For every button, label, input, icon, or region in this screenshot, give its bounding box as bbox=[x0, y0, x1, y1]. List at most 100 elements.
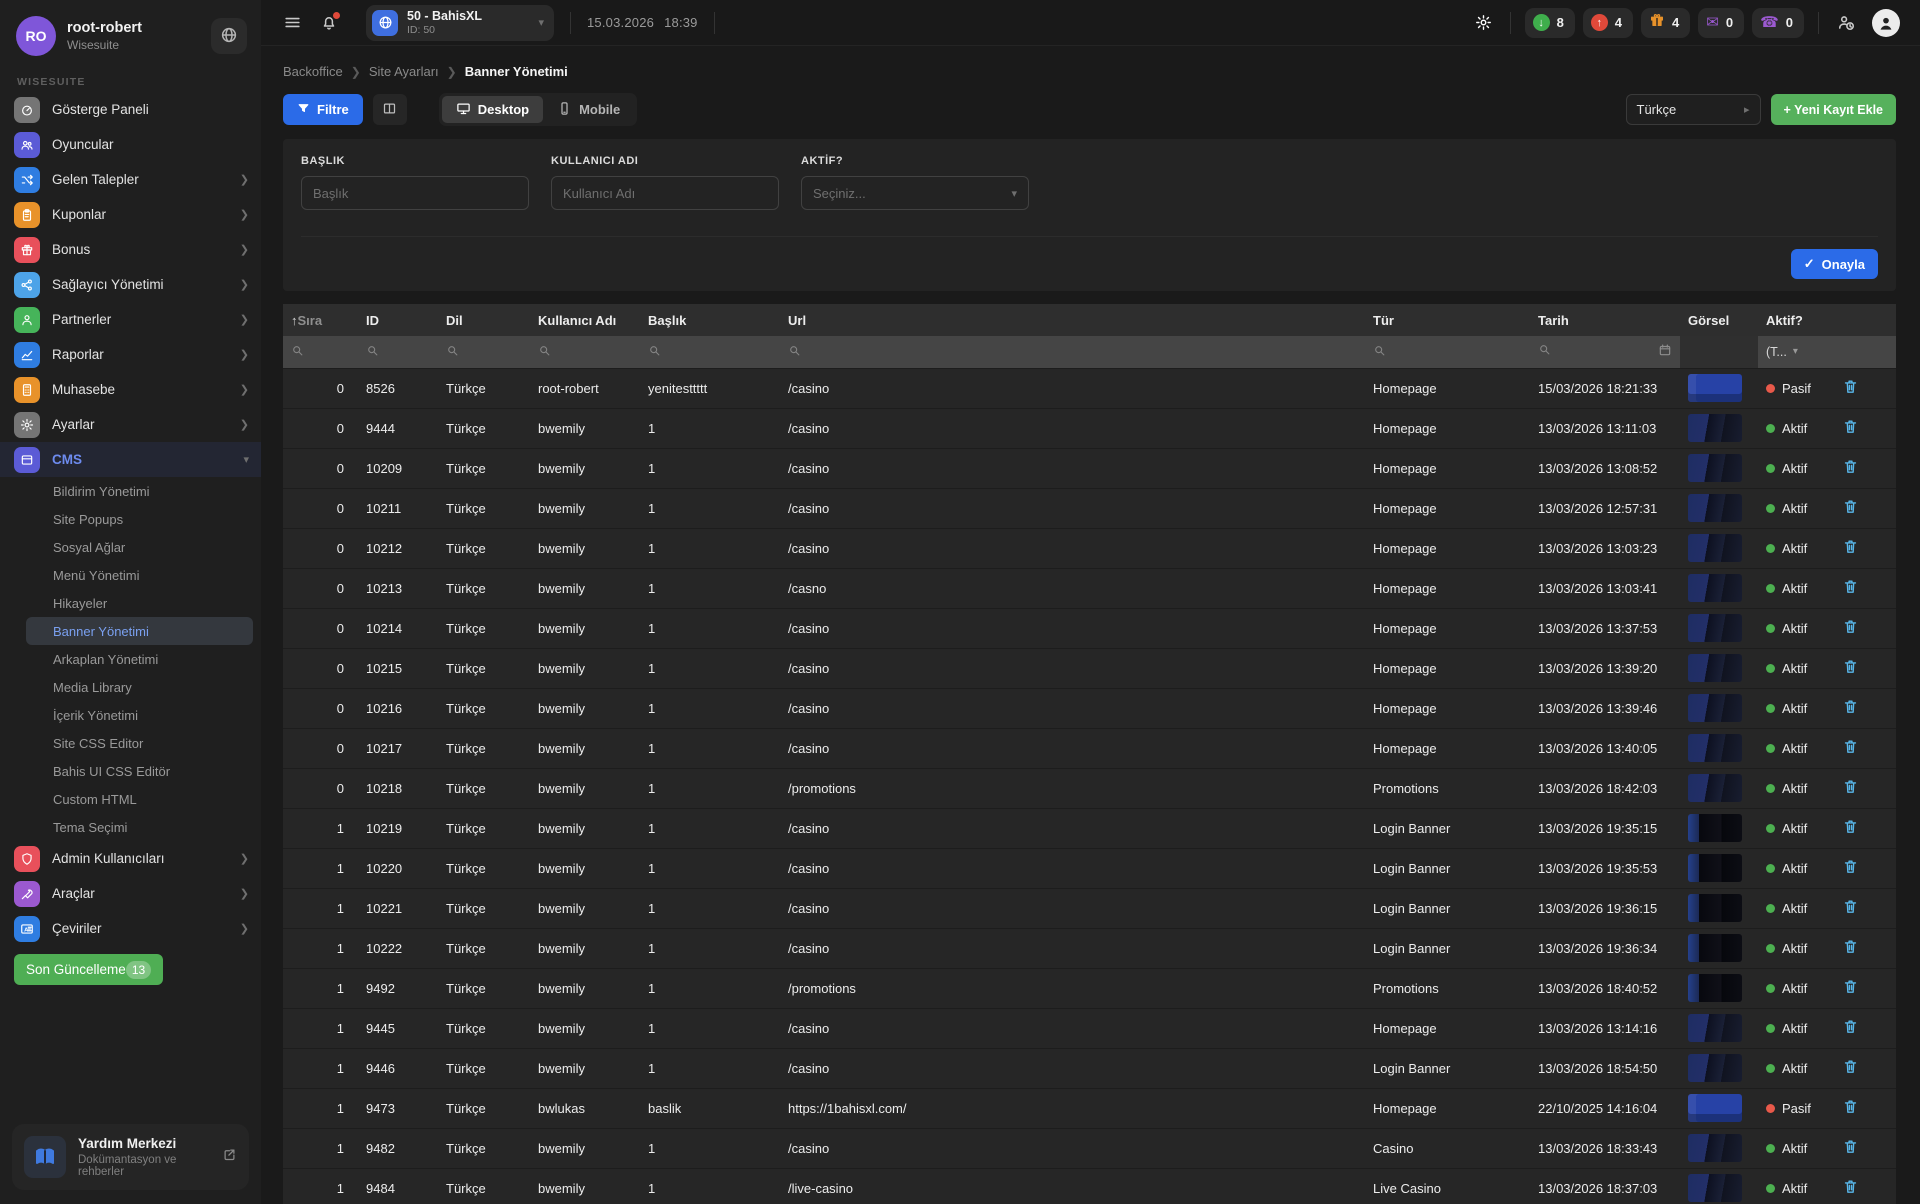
column-header-g-rsel[interactable]: Görsel bbox=[1680, 304, 1758, 336]
profile-avatar-button[interactable] bbox=[1868, 5, 1904, 41]
column-filter-search[interactable] bbox=[780, 336, 1365, 368]
table-row[interactable]: 19492Türkçebwemily1/promotionsPromotions… bbox=[283, 968, 1896, 1008]
filter-input-kullanici-adi[interactable] bbox=[551, 176, 779, 210]
delete-button[interactable] bbox=[1838, 936, 1863, 960]
banner-thumbnail[interactable] bbox=[1688, 1174, 1742, 1202]
table-row[interactable]: 010209Türkçebwemily1/casinoHomepage13/03… bbox=[283, 448, 1896, 488]
cell-gorsel[interactable] bbox=[1680, 808, 1758, 848]
language-select[interactable]: Türkçe ▸ bbox=[1626, 94, 1761, 125]
delete-button[interactable] bbox=[1838, 616, 1863, 640]
banner-thumbnail[interactable] bbox=[1688, 414, 1742, 442]
banner-thumbnail[interactable] bbox=[1688, 974, 1742, 1002]
table-row[interactable]: 010212Türkçebwemily1/casinoHomepage13/03… bbox=[283, 528, 1896, 568]
user-clock-button[interactable] bbox=[1833, 9, 1860, 36]
banner-thumbnail[interactable] bbox=[1688, 774, 1742, 802]
column-filter-aktif[interactable]: (T...▾ bbox=[1758, 336, 1830, 368]
table-row[interactable]: 19473Türkçebwlukasbaslikhttps://1bahisxl… bbox=[283, 1088, 1896, 1128]
table-row[interactable]: 010218Türkçebwemily1/promotionsPromotion… bbox=[283, 768, 1896, 808]
sidebar-item-gelen-talepler[interactable]: Gelen Talepler❯ bbox=[0, 162, 261, 197]
sidebar-subitem-media-library[interactable]: Media Library bbox=[0, 673, 261, 701]
table-row[interactable]: 010215Türkçebwemily1/casinoHomepage13/03… bbox=[283, 648, 1896, 688]
table-row[interactable]: 010217Türkçebwemily1/casinoHomepage13/03… bbox=[283, 728, 1896, 768]
cell-gorsel[interactable] bbox=[1680, 728, 1758, 768]
cell-gorsel[interactable] bbox=[1680, 848, 1758, 888]
table-row[interactable]: 19484Türkçebwemily1/live-casinoLive Casi… bbox=[283, 1168, 1896, 1204]
cell-gorsel[interactable] bbox=[1680, 768, 1758, 808]
topbar-badge-circle-up[interactable]: ↑4 bbox=[1583, 8, 1633, 38]
column-filter-search[interactable] bbox=[1365, 336, 1530, 368]
cell-gorsel[interactable] bbox=[1680, 1008, 1758, 1048]
table-row[interactable]: 010213Türkçebwemily1/casnoHomepage13/03/… bbox=[283, 568, 1896, 608]
table-row[interactable]: 110219Türkçebwemily1/casinoLogin Banner1… bbox=[283, 808, 1896, 848]
banner-thumbnail[interactable] bbox=[1688, 814, 1742, 842]
banner-thumbnail[interactable] bbox=[1688, 534, 1742, 562]
tab-desktop[interactable]: Desktop bbox=[442, 96, 543, 123]
delete-button[interactable] bbox=[1838, 816, 1863, 840]
delete-button[interactable] bbox=[1838, 536, 1863, 560]
column-header-kullan-c-ad-[interactable]: Kullanıcı Adı bbox=[530, 304, 640, 336]
banner-thumbnail[interactable] bbox=[1688, 494, 1742, 522]
tab-mobile[interactable]: Mobile bbox=[543, 96, 634, 123]
topbar-badge-circle-down[interactable]: ↓8 bbox=[1525, 8, 1575, 38]
banner-thumbnail[interactable] bbox=[1688, 654, 1742, 682]
hamburger-menu-button[interactable] bbox=[279, 9, 306, 36]
breadcrumb-item[interactable]: Backoffice bbox=[283, 64, 343, 79]
cell-gorsel[interactable] bbox=[1680, 368, 1758, 408]
sidebar-subitem-site-popups[interactable]: Site Popups bbox=[0, 505, 261, 533]
cell-gorsel[interactable] bbox=[1680, 1128, 1758, 1168]
banner-thumbnail[interactable] bbox=[1688, 614, 1742, 642]
column-header-ba-l-k[interactable]: Başlık bbox=[640, 304, 780, 336]
delete-button[interactable] bbox=[1838, 856, 1863, 880]
sidebar-subitem-i-erik-y-netimi[interactable]: İçerik Yönetimi bbox=[0, 701, 261, 729]
sidebar-item-kuponlar[interactable]: Kuponlar❯ bbox=[0, 197, 261, 232]
delete-button[interactable] bbox=[1838, 576, 1863, 600]
banner-thumbnail[interactable] bbox=[1688, 1094, 1742, 1122]
breadcrumb-item[interactable]: Site Ayarları bbox=[369, 64, 439, 79]
language-globe-button[interactable] bbox=[211, 18, 247, 54]
cell-gorsel[interactable] bbox=[1680, 488, 1758, 528]
column-header-dil[interactable]: Dil bbox=[438, 304, 530, 336]
delete-button[interactable] bbox=[1838, 1056, 1863, 1080]
banner-thumbnail[interactable] bbox=[1688, 934, 1742, 962]
column-filter-search[interactable] bbox=[438, 336, 530, 368]
sidebar-item-raporlar[interactable]: Raporlar❯ bbox=[0, 337, 261, 372]
cell-gorsel[interactable] bbox=[1680, 688, 1758, 728]
delete-button[interactable] bbox=[1838, 976, 1863, 1000]
delete-button[interactable] bbox=[1838, 416, 1863, 440]
cell-gorsel[interactable] bbox=[1680, 448, 1758, 488]
delete-button[interactable] bbox=[1838, 656, 1863, 680]
column-header-actions[interactable] bbox=[1830, 304, 1896, 336]
banner-thumbnail[interactable] bbox=[1688, 454, 1742, 482]
cell-gorsel[interactable] bbox=[1680, 528, 1758, 568]
delete-button[interactable] bbox=[1838, 376, 1863, 400]
column-header-t-r[interactable]: Tür bbox=[1365, 304, 1530, 336]
filter-input-ba-lik[interactable] bbox=[301, 176, 529, 210]
site-selector[interactable]: 50 - BahisXL ID: 50 ▾ bbox=[366, 5, 554, 41]
delete-button[interactable] bbox=[1838, 896, 1863, 920]
table-row[interactable]: 08526Türkçeroot-robertyenitesttttt/casin… bbox=[283, 368, 1896, 408]
sidebar-subitem-custom-html[interactable]: Custom HTML bbox=[0, 785, 261, 813]
delete-button[interactable] bbox=[1838, 496, 1863, 520]
sidebar-subitem-hikayeler[interactable]: Hikayeler bbox=[0, 589, 261, 617]
banner-thumbnail[interactable] bbox=[1688, 1014, 1742, 1042]
sidebar-subitem-men-y-netimi[interactable]: Menü Yönetimi bbox=[0, 561, 261, 589]
sidebar-item-cms[interactable]: CMS▾ bbox=[0, 442, 261, 477]
sidebar-subitem-bahis-ui-css-edit-r[interactable]: Bahis UI CSS Editör bbox=[0, 757, 261, 785]
table-row[interactable]: 010216Türkçebwemily1/casinoHomepage13/03… bbox=[283, 688, 1896, 728]
delete-button[interactable] bbox=[1838, 1096, 1863, 1120]
help-center-card[interactable]: Yardım Merkezi Dokümantasyon ve rehberle… bbox=[12, 1124, 249, 1190]
filter-select-aktif[interactable]: Seçiniz...▾ bbox=[801, 176, 1029, 210]
sidebar-item-admin-kullan-c-lar-[interactable]: Admin Kullanıcıları❯ bbox=[0, 841, 261, 876]
cell-gorsel[interactable] bbox=[1680, 1088, 1758, 1128]
cell-gorsel[interactable] bbox=[1680, 568, 1758, 608]
sidebar-item-muhasebe[interactable]: Muhasebe❯ bbox=[0, 372, 261, 407]
sidebar-item-ayarlar[interactable]: Ayarlar❯ bbox=[0, 407, 261, 442]
column-filter-search[interactable] bbox=[530, 336, 640, 368]
column-header-sira[interactable]: ↑Sıra bbox=[283, 304, 358, 336]
cell-gorsel[interactable] bbox=[1680, 1168, 1758, 1204]
sidebar-item-bonus[interactable]: Bonus❯ bbox=[0, 232, 261, 267]
cell-gorsel[interactable] bbox=[1680, 408, 1758, 448]
sidebar-subitem-banner-y-netimi[interactable]: Banner Yönetimi bbox=[26, 617, 253, 645]
sidebar-item-g-sterge-paneli[interactable]: Gösterge Paneli bbox=[0, 92, 261, 127]
banner-thumbnail[interactable] bbox=[1688, 894, 1742, 922]
